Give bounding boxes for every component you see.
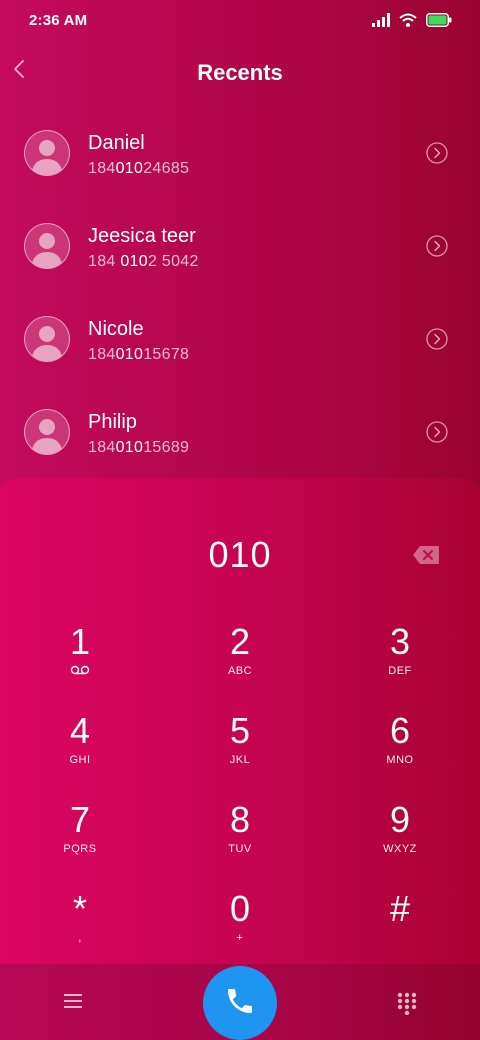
key-letters: GHI — [69, 754, 91, 766]
key-digit: 2 — [229, 621, 251, 662]
key-digit: 5 — [229, 710, 251, 751]
key-letters: WXYZ — [383, 843, 417, 855]
key-digit: 8 — [229, 799, 251, 840]
key-digit: 4 — [69, 710, 91, 751]
key-9[interactable]: 9 WXYZ — [340, 801, 460, 883]
number-match: 010 — [120, 253, 148, 270]
key-digit: 3 — [389, 621, 411, 662]
backspace-button[interactable] — [412, 545, 440, 565]
chevron-right-circle-icon — [426, 142, 448, 168]
voicemail-icon — [20, 665, 140, 678]
contact-number: 184 0102 5042 — [88, 253, 199, 270]
key-digit: 7 — [69, 799, 91, 840]
key-1[interactable]: 1 — [20, 623, 140, 705]
recents-list: Daniel 18401024685 Jeesica teer 184 0102… — [0, 107, 480, 479]
avatar — [24, 223, 70, 269]
key-digit: 6 — [389, 710, 411, 751]
call-button[interactable] — [203, 966, 277, 1040]
key-8[interactable]: 8 TUV — [180, 801, 300, 883]
key-digit: * — [72, 888, 87, 929]
dialpad-grid-icon — [396, 992, 418, 1019]
contact-number: 18401015689 — [88, 439, 190, 456]
menu-icon — [62, 994, 84, 1015]
person-icon — [25, 131, 69, 175]
status-time: 2:36 AM — [29, 12, 88, 29]
dialed-number: 010 — [208, 534, 272, 575]
chevron-right-circle-icon — [426, 421, 448, 447]
person-icon — [25, 410, 69, 454]
backspace-icon — [412, 546, 440, 569]
menu-button[interactable] — [62, 991, 84, 1011]
dialpad-panel: 010 1 2 ABC 3 DEF 4 GHI 5 JKL 6 MNO 7 PQ… — [0, 478, 480, 964]
contact-name: Nicole — [88, 318, 144, 340]
contact-detail-button[interactable] — [426, 421, 448, 443]
number-match: 010 — [115, 346, 144, 363]
key-star[interactable]: * , — [20, 890, 140, 972]
contact-row-philip[interactable]: Philip 18401015689 — [0, 386, 480, 479]
avatar — [24, 130, 70, 176]
key-4[interactable]: 4 GHI — [20, 712, 140, 794]
key-6[interactable]: 6 MNO — [340, 712, 460, 794]
contact-name: Daniel — [88, 132, 145, 154]
key-5[interactable]: 5 JKL — [180, 712, 300, 794]
key-digit: 0 — [229, 888, 251, 929]
contact-detail-button[interactable] — [426, 328, 448, 350]
contact-row-nicole[interactable]: Nicole 18401015678 — [0, 293, 480, 386]
number-match: 010 — [115, 160, 144, 177]
key-letters: JKL — [229, 754, 251, 766]
phone-icon — [224, 985, 256, 1022]
key-7[interactable]: 7 PQRS — [20, 801, 140, 883]
battery-icon — [426, 13, 452, 32]
wifi-icon — [399, 13, 417, 32]
key-hash[interactable]: # — [340, 890, 460, 972]
key-0[interactable]: 0 + — [180, 890, 300, 972]
key-letters: PQRS — [63, 843, 97, 855]
chevron-right-circle-icon — [426, 235, 448, 261]
contact-detail-button[interactable] — [426, 142, 448, 164]
key-letters: MNO — [386, 754, 414, 766]
key-letters: + — [236, 932, 244, 944]
bottom-bar — [0, 964, 480, 1040]
contact-number: 18401015678 — [88, 346, 190, 363]
person-icon — [25, 224, 69, 268]
key-2[interactable]: 2 ABC — [180, 623, 300, 705]
key-letters: ABC — [227, 665, 253, 677]
key-digit: 1 — [69, 621, 91, 662]
key-letters: TUV — [228, 843, 252, 855]
key-digit: # — [389, 888, 411, 929]
key-digit: 9 — [389, 799, 411, 840]
key-letters: , — [78, 932, 82, 944]
avatar — [24, 316, 70, 362]
contact-name: Jeesica teer — [88, 225, 196, 247]
contact-number: 18401024685 — [88, 160, 190, 177]
contact-detail-button[interactable] — [426, 235, 448, 257]
key-letters: DEF — [388, 665, 412, 677]
contact-name: Philip — [88, 411, 137, 433]
status-icons — [372, 13, 452, 32]
status-bar: 2:36 AM — [0, 0, 480, 44]
chevron-right-circle-icon — [426, 328, 448, 354]
contact-row-daniel[interactable]: Daniel 18401024685 — [0, 107, 480, 200]
number-match: 010 — [115, 439, 144, 456]
page-title: Recents — [197, 60, 283, 85]
signal-icon — [372, 13, 390, 32]
header: Recents — [0, 48, 480, 96]
key-3[interactable]: 3 DEF — [340, 623, 460, 705]
person-icon — [25, 317, 69, 361]
contact-row-jeesica-teer[interactable]: Jeesica teer 184 0102 5042 — [0, 200, 480, 293]
dialpad-toggle-button[interactable] — [396, 991, 418, 1016]
avatar — [24, 409, 70, 455]
